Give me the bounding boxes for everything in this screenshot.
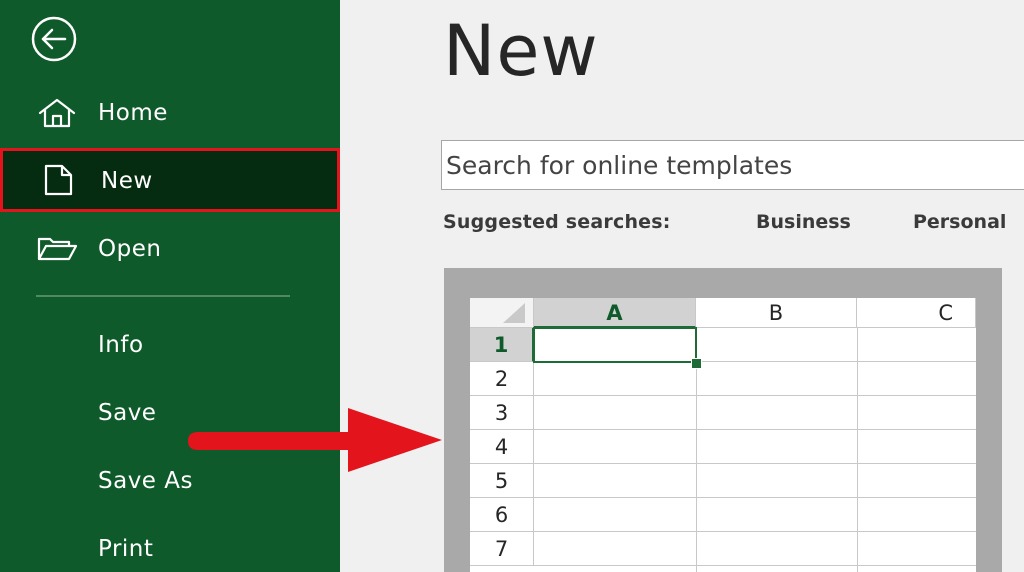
arrow-left-circle-icon xyxy=(31,16,77,62)
column-header-a: A xyxy=(534,298,696,328)
sidebar-divider xyxy=(36,295,290,297)
row-header: 6 xyxy=(470,498,534,532)
search-input[interactable] xyxy=(441,140,1024,190)
page-title: New xyxy=(443,10,599,92)
folder-open-icon xyxy=(37,237,78,261)
column-header-c: C xyxy=(857,298,976,328)
suggested-searches-label: Suggested searches: xyxy=(443,211,671,233)
grid-column-line xyxy=(857,328,858,572)
backstage-main: New Suggested searches: Business Persona… xyxy=(340,0,1024,572)
row-header: 3 xyxy=(470,396,534,430)
grid-row xyxy=(534,362,976,396)
template-preview-sheet: A B C 1 2 3 4 5 6 7 xyxy=(470,298,976,572)
fill-handle xyxy=(691,358,702,369)
sidebar-item-print[interactable]: Print xyxy=(98,533,153,565)
row-header: 4 xyxy=(470,430,534,464)
row-header: 7 xyxy=(470,532,534,566)
suggested-search-business[interactable]: Business xyxy=(756,208,851,236)
sidebar-item-save[interactable]: Save xyxy=(98,397,156,429)
grid-row xyxy=(534,396,976,430)
sidebar-item-label: New xyxy=(101,168,153,194)
new-document-icon xyxy=(44,164,73,196)
row-header: 2 xyxy=(470,362,534,396)
grid-row xyxy=(534,532,976,566)
backstage-sidebar: Home New Open Info Save Save As Print xyxy=(0,0,340,572)
home-icon xyxy=(38,98,76,128)
sidebar-item-home[interactable]: Home xyxy=(0,83,340,143)
suggested-search-personal[interactable]: Personal xyxy=(913,208,1006,236)
sidebar-item-label: Home xyxy=(98,100,168,126)
excel-backstage: Home New Open Info Save Save As Print Ne… xyxy=(0,0,1024,572)
grid-row xyxy=(534,498,976,532)
sidebar-item-open[interactable]: Open xyxy=(0,219,340,279)
sidebar-item-save-as[interactable]: Save As xyxy=(98,465,193,497)
corner-triangle-icon xyxy=(503,303,525,323)
blank-workbook-template[interactable]: A B C 1 2 3 4 5 6 7 xyxy=(444,268,1002,572)
sidebar-item-info[interactable]: Info xyxy=(98,329,144,361)
grid-row xyxy=(534,430,976,464)
row-header: 1 xyxy=(470,328,534,362)
sidebar-item-new[interactable]: New xyxy=(0,148,340,212)
active-cell-a1 xyxy=(533,327,697,363)
back-button[interactable] xyxy=(29,14,79,64)
grid-row xyxy=(534,464,976,498)
row-header: 5 xyxy=(470,464,534,498)
column-header-b: B xyxy=(696,298,857,328)
sidebar-item-label: Open xyxy=(98,236,162,262)
select-all-corner xyxy=(470,298,534,328)
